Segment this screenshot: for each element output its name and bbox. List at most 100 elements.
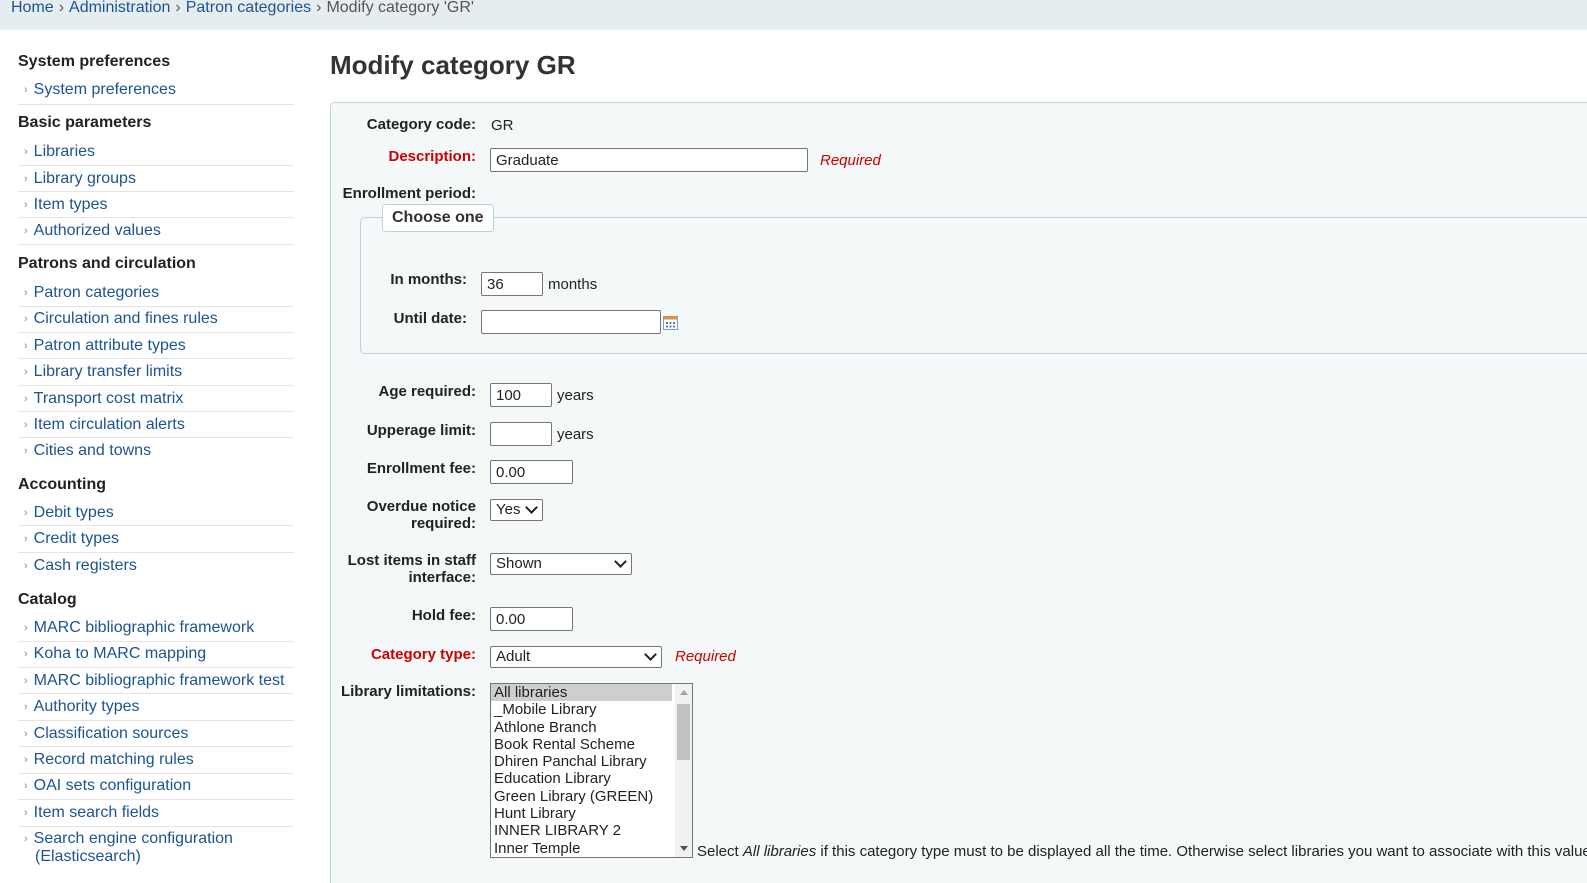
- library-limitations-hint: Select All libraries if this category ty…: [697, 843, 1587, 860]
- library-option[interactable]: Green Library (GREEN): [491, 788, 692, 805]
- description-input[interactable]: [490, 148, 808, 172]
- library-option[interactable]: Athlone Branch: [491, 719, 692, 736]
- category-code-label: Category code:: [366, 116, 476, 133]
- sidebar-item-authorized-values[interactable]: › Authorized values: [18, 222, 294, 245]
- age-years-unit: years: [557, 387, 594, 404]
- chevron-right-icon: ›: [24, 445, 28, 457]
- hint-text-emphasis: All libraries: [742, 843, 817, 860]
- sidebar-item-circulation-fines-rules[interactable]: › Circulation and fines rules: [18, 310, 294, 333]
- breadcrumb-patron-categories-link[interactable]: Patron categories: [186, 0, 311, 16]
- chevron-down-icon: [614, 555, 627, 568]
- sidebar-item-record-matching-rules[interactable]: › Record matching rules: [18, 751, 294, 774]
- description-label: Description:: [388, 148, 476, 165]
- chevron-right-icon: ›: [24, 560, 28, 572]
- in-months-label: In months:: [390, 271, 467, 288]
- sidebar-item-libraries[interactable]: › Libraries: [18, 143, 294, 166]
- sidebar-item-marc-framework[interactable]: › MARC bibliographic framework: [18, 619, 294, 642]
- until-date-label: Until date:: [393, 310, 467, 327]
- sidebar-item-marc-framework-test[interactable]: › MARC bibliographic framework test: [18, 672, 294, 694]
- lost-items-label: Lost items in staff interface:: [340, 552, 476, 586]
- sidebar-item-label: Classification sources: [33, 725, 189, 742]
- sidebar-item-patron-attribute-types[interactable]: › Patron attribute types: [18, 337, 294, 359]
- sidebar-heading-basic-parameters: Basic parameters: [18, 114, 152, 131]
- upperage-limit-input[interactable]: [490, 422, 552, 446]
- overdue-notice-label: Overdue notice required:: [340, 498, 476, 532]
- chevron-right-icon: ›: [24, 648, 28, 660]
- lost-items-select[interactable]: Shown: [490, 553, 632, 575]
- until-date-input[interactable]: [481, 310, 661, 334]
- lost-items-label-line2: interface:: [408, 569, 476, 586]
- scrollbar-thumb[interactable]: [677, 704, 690, 760]
- chevron-down-icon: [525, 501, 538, 514]
- hold-fee-input[interactable]: [490, 607, 573, 631]
- sidebar-item-library-groups[interactable]: › Library groups: [18, 170, 294, 192]
- category-type-select[interactable]: Adult: [490, 646, 662, 668]
- scroll-up-arrow-icon[interactable]: [680, 690, 688, 695]
- sidebar-item-koha-marc-mapping[interactable]: › Koha to MARC mapping: [18, 645, 294, 668]
- library-option[interactable]: Inner Temple: [491, 840, 692, 857]
- hint-text-post: if this category type must to be display…: [816, 843, 1587, 860]
- library-option[interactable]: Education Library: [491, 770, 692, 787]
- sidebar-item-item-search-fields[interactable]: › Item search fields: [18, 804, 294, 827]
- chevron-right-icon: ›: [24, 701, 28, 713]
- overdue-notice-label-line1: Overdue notice: [366, 498, 476, 515]
- chevron-right-icon: ›: [24, 84, 28, 96]
- breadcrumb-home-link[interactable]: Home: [11, 0, 54, 16]
- sidebar-item-label: Circulation and fines rules: [33, 310, 218, 327]
- sidebar-item-cities-towns[interactable]: › Cities and towns: [18, 442, 294, 464]
- choose-one-legend: Choose one: [382, 204, 494, 232]
- library-limitations-listbox[interactable]: All libraries _Mobile Library Athlone Br…: [490, 683, 693, 858]
- sidebar-item-label: Cities and towns: [33, 442, 152, 459]
- sidebar-item-cash-registers[interactable]: › Cash registers: [18, 557, 294, 579]
- chevron-right-icon: ›: [24, 313, 28, 325]
- library-option[interactable]: Dhiren Panchal Library: [491, 753, 692, 770]
- sidebar-item-item-types[interactable]: › Item types: [18, 196, 294, 218]
- library-limitations-label: Library limitations:: [340, 683, 476, 700]
- scroll-down-arrow-icon[interactable]: [680, 846, 688, 851]
- chevron-right-icon: ›: [24, 622, 28, 634]
- sidebar-item-label: Library transfer limits: [33, 363, 183, 380]
- sidebar-item-search-engine-config[interactable]: › Search engine configuration (Elasticsear…: [18, 830, 294, 870]
- sidebar-item-system-preferences[interactable]: › System preferences: [18, 81, 294, 105]
- hold-fee-label: Hold fee:: [411, 607, 476, 624]
- enrollment-fee-input[interactable]: [490, 460, 573, 484]
- age-required-input[interactable]: [490, 383, 552, 407]
- chevron-right-icon: ›: [24, 675, 28, 687]
- chevron-right-icon: ›: [24, 173, 28, 185]
- chevron-right-icon: ›: [24, 728, 28, 740]
- chevron-right-icon: ›: [24, 833, 28, 845]
- sidebar-item-oai-sets[interactable]: › OAI sets configuration: [18, 777, 294, 800]
- sidebar-item-label: Debit types: [33, 504, 114, 521]
- sidebar-item-label: MARC bibliographic framework: [33, 619, 255, 636]
- library-option[interactable]: Hunt Library: [491, 805, 692, 822]
- breadcrumb-separator: ›: [175, 0, 181, 16]
- library-option[interactable]: All libraries: [491, 684, 672, 702]
- sidebar-item-debit-types[interactable]: › Debit types: [18, 504, 294, 526]
- sidebar-item-item-circulation-alerts[interactable]: › Item circulation alerts: [18, 416, 294, 438]
- chevron-right-icon: ›: [24, 754, 28, 766]
- sidebar-item-label: Authorized values: [33, 222, 161, 239]
- listbox-scrollbar[interactable]: [675, 684, 692, 857]
- sidebar-item-label: Search engine configuration: [33, 830, 233, 847]
- library-option[interactable]: _Mobile Library: [491, 701, 692, 718]
- sidebar-item-library-transfer-limits[interactable]: › Library transfer limits: [18, 363, 294, 386]
- sidebar-item-classification-sources[interactable]: › Classification sources: [18, 725, 294, 747]
- in-months-input[interactable]: [481, 272, 543, 296]
- sidebar-item-label: Patron categories: [33, 284, 160, 301]
- sidebar-item-patron-categories[interactable]: › Patron categories: [18, 284, 294, 307]
- sidebar-item-label: Record matching rules: [33, 751, 194, 768]
- sidebar-heading-patrons-circulation: Patrons and circulation: [18, 255, 196, 272]
- sidebar-item-authority-types[interactable]: › Authority types: [18, 698, 294, 721]
- library-option[interactable]: INNER LIBRARY 2: [491, 822, 692, 839]
- overdue-notice-select[interactable]: Yes: [490, 499, 543, 521]
- sidebar-item-credit-types[interactable]: › Credit types: [18, 530, 294, 553]
- chevron-right-icon: ›: [24, 146, 28, 158]
- sidebar-item-transport-cost-matrix[interactable]: › Transport cost matrix: [18, 390, 294, 412]
- calendar-icon[interactable]: [663, 315, 678, 330]
- description-required-text: Required: [820, 152, 881, 169]
- breadcrumb-administration-link[interactable]: Administration: [69, 0, 170, 16]
- library-option[interactable]: Book Rental Scheme: [491, 736, 692, 753]
- sidebar-item-label: Item types: [33, 196, 108, 213]
- breadcrumb-separator: ›: [58, 0, 65, 16]
- breadcrumb-current: Modify category 'GR': [326, 0, 474, 16]
